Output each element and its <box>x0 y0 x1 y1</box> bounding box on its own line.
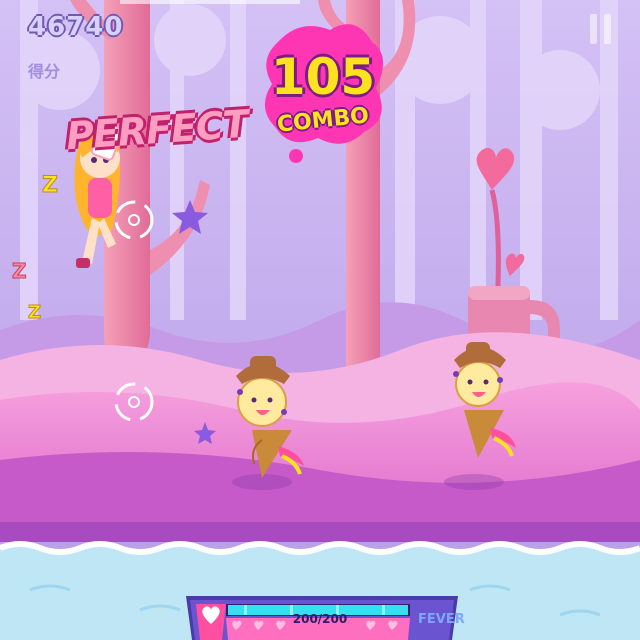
score-value: 46740 <box>28 12 124 42</box>
sleep-letter: Z <box>12 259 27 283</box>
ground-edge <box>0 522 640 542</box>
heart-icon <box>196 604 226 640</box>
sleep-letter: Z <box>42 173 58 198</box>
pause-icon <box>604 14 611 44</box>
fever-label: FEVER <box>418 612 465 627</box>
combo-splash-drop <box>289 149 303 163</box>
pause-button[interactable] <box>590 14 612 44</box>
combo-count: 105 <box>270 48 376 106</box>
pause-icon <box>590 14 597 44</box>
sleep-letter: Z <box>28 302 41 323</box>
health-readout: 200/200 <box>292 612 348 626</box>
score-label: 得分 <box>28 62 61 81</box>
top-progress-strip <box>120 0 300 4</box>
combo-splash-drop <box>347 35 357 45</box>
